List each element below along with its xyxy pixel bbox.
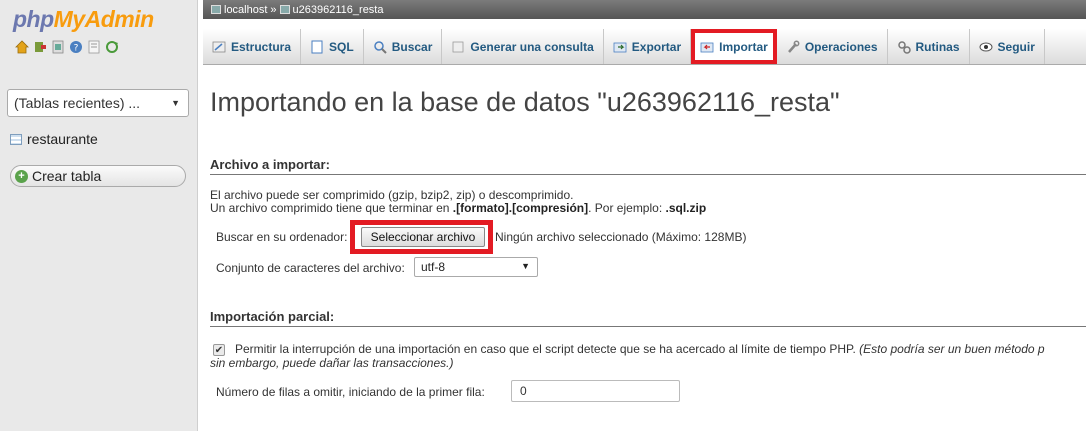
nav-item-label: restaurante	[27, 131, 98, 147]
section-divider	[210, 326, 1086, 327]
help-icon[interactable]: ?	[69, 40, 83, 54]
tab-label: Exportar	[631, 39, 682, 54]
tab-label: Rutinas	[915, 39, 960, 54]
tab-label: SQL	[329, 39, 354, 54]
breadcrumb-database[interactable]: u263962116_resta	[293, 4, 384, 16]
nav-item-restaurante[interactable]: restaurante	[10, 131, 98, 147]
sql-query-icon[interactable]	[51, 40, 65, 54]
page-title: Importando en la base de datos "u2639621…	[210, 87, 840, 117]
logo-myadmin: MyAdmin	[53, 6, 155, 32]
search-icon	[373, 40, 387, 54]
create-table-label: Crear tabla	[32, 168, 102, 184]
skip-rows-label: Número de filas a omitir, iniciando de l…	[216, 385, 485, 399]
compression-example: Un archivo comprimido tiene que terminar…	[210, 201, 706, 215]
import-icon	[700, 40, 714, 54]
wrench-icon	[786, 40, 800, 54]
compression-mid: . Por ejemplo:	[588, 201, 666, 215]
tab-importar[interactable]: Importar	[691, 29, 777, 64]
breadcrumb-separator: »	[270, 3, 277, 16]
compression-info: El archivo puede ser comprimido (gzip, b…	[210, 188, 574, 202]
recent-tables-value: (Tablas recientes) ...	[14, 95, 141, 111]
breadcrumb: localhost » u263962116_resta	[203, 0, 1086, 19]
database-icon	[10, 133, 22, 145]
breadcrumb-server[interactable]: localhost	[224, 4, 267, 16]
compression-format: .[formato].[compresión]	[452, 201, 589, 215]
nav-icon-bar: ?	[15, 40, 119, 54]
partial-section-legend: Importación parcial:	[210, 309, 335, 324]
charset-select[interactable]: utf-8 ▼	[414, 257, 538, 277]
allow-interrupt-note: (Esto podría ser un buen método p	[859, 342, 1045, 356]
no-file-status: Ningún archivo seleccionado (Máximo: 128…	[495, 230, 747, 244]
create-table-button[interactable]: + Crear tabla	[10, 165, 186, 187]
tab-operaciones[interactable]: Operaciones	[777, 29, 888, 64]
allow-interrupt-label: Permitir la interrupción de una importac…	[235, 342, 856, 356]
tab-bar: Estructura SQL Buscar Generar una consul…	[203, 29, 1086, 65]
database-icon	[279, 5, 290, 14]
recent-tables-select[interactable]: (Tablas recientes) ... ▼	[7, 89, 189, 117]
tab-label: Seguir	[997, 39, 1035, 54]
allow-interrupt-text: Permitir la interrupción de una importac…	[235, 342, 1045, 356]
file-section-legend: Archivo a importar:	[210, 157, 330, 172]
svg-text:?: ?	[74, 44, 79, 54]
eye-icon	[979, 40, 993, 54]
select-file-button[interactable]: Seleccionar archivo	[361, 227, 485, 247]
plus-icon: +	[15, 169, 28, 183]
exit-icon[interactable]	[33, 40, 47, 54]
allow-interrupt-note-cont: sin embargo, puede dañar las transaccion…	[210, 356, 454, 370]
tab-label: Buscar	[391, 39, 433, 54]
tab-seguir[interactable]: Seguir	[970, 29, 1045, 64]
navigation-panel: phpMyAdmin ? (Tablas recientes) ... ▼ re…	[0, 0, 198, 431]
tab-label: Estructura	[231, 39, 292, 54]
compression-example-value: .sql.zip	[665, 201, 707, 215]
chevron-down-icon: ▼	[171, 98, 180, 108]
logo-php: php	[13, 6, 54, 32]
tab-label: Importar	[719, 39, 768, 54]
structure-icon	[212, 40, 226, 54]
query-icon	[451, 40, 465, 54]
skip-rows-input[interactable]: 0	[511, 380, 680, 402]
compression-prefix: Un archivo comprimido tiene que terminar…	[210, 201, 453, 215]
reload-icon[interactable]	[105, 40, 119, 54]
phpmyadmin-logo[interactable]: phpMyAdmin	[13, 6, 154, 33]
browse-label: Buscar en su ordenador:	[216, 230, 348, 244]
tab-label: Operaciones	[804, 39, 878, 54]
sql-icon	[310, 40, 324, 54]
charset-value: utf-8	[421, 260, 446, 274]
routines-icon	[897, 40, 911, 54]
home-icon[interactable]	[15, 40, 29, 54]
docs-icon[interactable]	[87, 40, 101, 54]
tab-generar-consulta[interactable]: Generar una consulta	[442, 29, 604, 64]
tab-rutinas[interactable]: Rutinas	[888, 29, 970, 64]
tab-label: Generar una consulta	[470, 39, 594, 54]
chevron-down-icon: ▼	[521, 261, 530, 271]
tab-sql[interactable]: SQL	[301, 29, 364, 64]
export-icon	[613, 40, 627, 54]
charset-label: Conjunto de caracteres del archivo:	[216, 261, 405, 275]
server-icon	[211, 5, 221, 14]
allow-interrupt-checkbox[interactable]: ✔	[213, 344, 225, 356]
tab-exportar[interactable]: Exportar	[604, 29, 692, 64]
section-divider	[210, 174, 1086, 175]
tab-buscar[interactable]: Buscar	[364, 29, 443, 64]
tab-estructura[interactable]: Estructura	[203, 29, 302, 64]
